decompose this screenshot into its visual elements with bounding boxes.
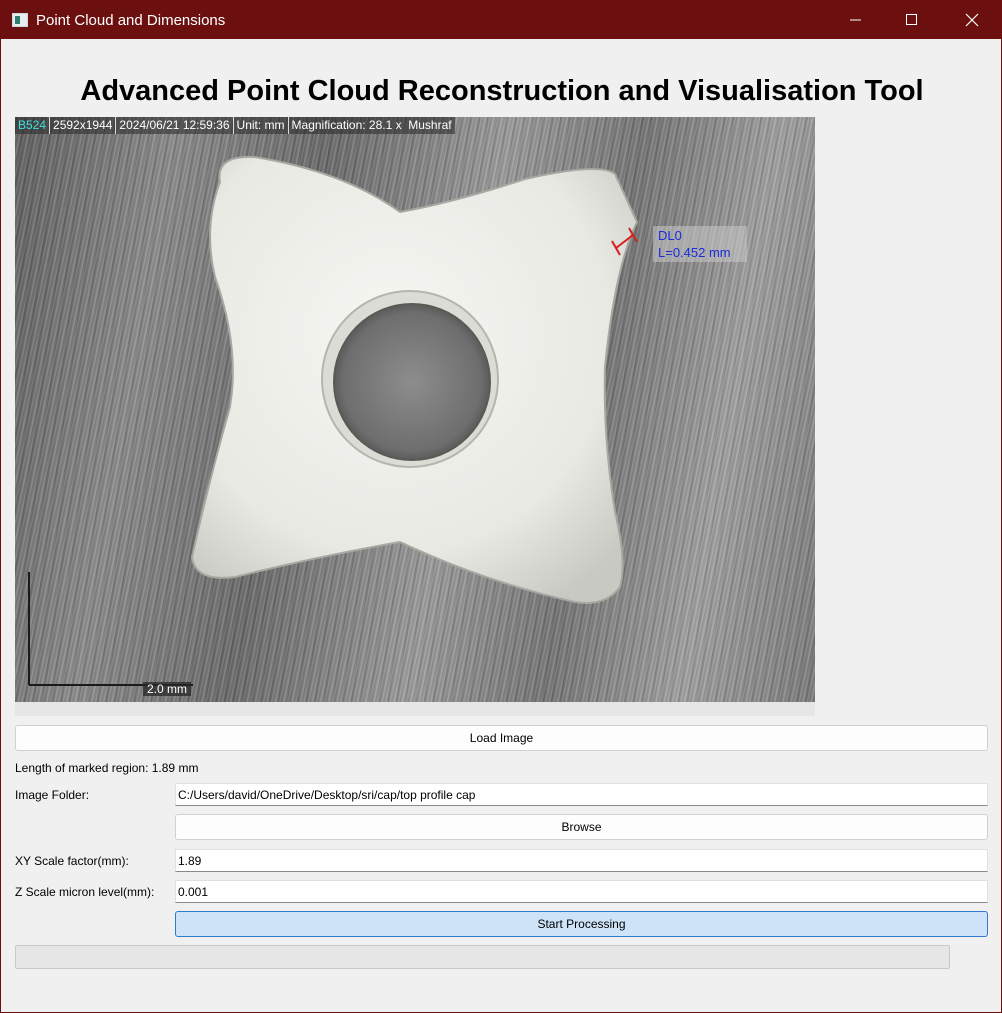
maximize-icon (906, 14, 917, 25)
minimize-button[interactable] (827, 1, 885, 39)
xy-scale-field[interactable]: 1.89 (175, 849, 988, 872)
capture-datetime: 2024/06/21 12:59:36 (116, 117, 234, 134)
window-title: Point Cloud and Dimensions (36, 12, 226, 29)
image-unit: Unit: mm (233, 117, 289, 134)
dimension-value: L=0.452 mm (658, 245, 731, 260)
close-icon (965, 13, 979, 27)
sample-part-graphic (28, 155, 639, 686)
marked-region-length: Length of marked region: 1.89 mm (15, 761, 199, 775)
maximize-button[interactable] (883, 1, 941, 39)
magnification-and-user: Magnification: 28.1 x Mushraf (288, 117, 455, 134)
microscope-image: B524 2592x1944 2024/06/21 12:59:36 Unit:… (15, 117, 815, 702)
window-app-icon (12, 13, 28, 27)
image-viewer[interactable]: B524 2592x1944 2024/06/21 12:59:36 Unit:… (15, 117, 815, 716)
image-folder-field[interactable]: C:/Users/david/OneDrive/Desktop/sri/cap/… (175, 783, 988, 806)
magnification: Magnification: 28.1 x (291, 118, 402, 132)
start-processing-button[interactable]: Start Processing (175, 911, 988, 937)
page-title: Advanced Point Cloud Reconstruction and … (80, 75, 924, 107)
minimize-icon (850, 19, 861, 21)
operator-name: Mushraf (408, 118, 452, 132)
z-scale-field[interactable]: 0.001 (175, 880, 988, 903)
dimension-label: DL0 L=0.452 mm (653, 226, 747, 262)
title-bar[interactable]: Point Cloud and Dimensions (1, 1, 1002, 39)
xy-scale-label: XY Scale factor(mm): (15, 854, 129, 868)
image-resolution: 2592x1944 (50, 117, 117, 134)
image-folder-label: Image Folder: (15, 788, 90, 802)
browse-button[interactable]: Browse (175, 814, 988, 840)
dimension-name: DL0 (658, 228, 682, 243)
load-image-button[interactable]: Load Image (15, 725, 988, 751)
image-info-bar: B524 2592x1944 2024/06/21 12:59:36 Unit:… (15, 117, 455, 134)
close-button[interactable] (943, 1, 1001, 39)
camera-code: B524 (15, 117, 51, 134)
progress-bar (15, 945, 950, 969)
z-scale-label: Z Scale micron level(mm): (15, 885, 155, 899)
app-window: Point Cloud and Dimensions Advanced Poin… (0, 0, 1002, 1013)
scale-bar-label: 2.0 mm (143, 682, 192, 696)
scale-bar (28, 572, 193, 686)
